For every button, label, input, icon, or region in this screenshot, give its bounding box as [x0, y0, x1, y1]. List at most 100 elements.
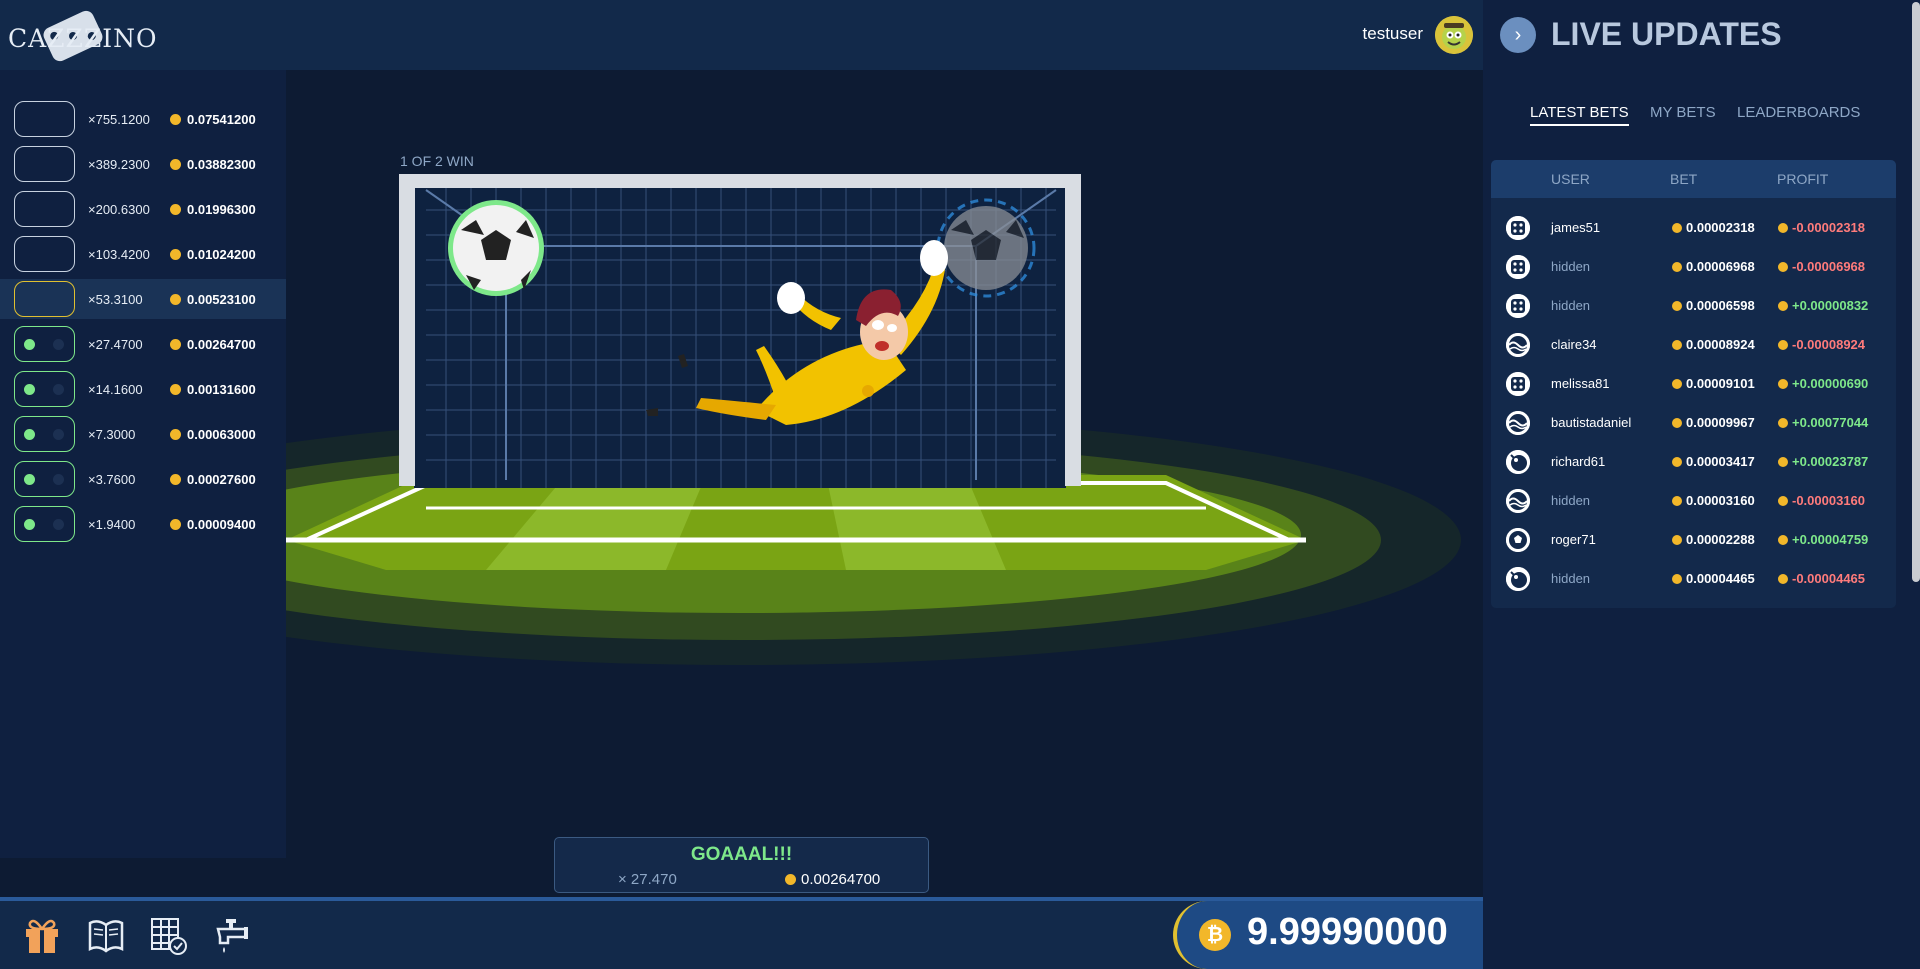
- multiplier-label: ×755.1200: [88, 111, 150, 127]
- multiplier-toggle[interactable]: [14, 236, 75, 272]
- header: CAZZZINO testuser: [0, 0, 1483, 70]
- coin-icon: [1778, 301, 1788, 311]
- username[interactable]: testuser: [1363, 24, 1423, 44]
- row-bet: 0.00002288: [1686, 532, 1755, 547]
- multiplier-toggle[interactable]: [14, 101, 75, 137]
- row-profit: +0.00000690: [1792, 376, 1869, 391]
- row-user[interactable]: hidden: [1551, 571, 1590, 586]
- coin-icon: [170, 338, 181, 350]
- multiplier-row[interactable]: ×1.9400 0.00009400: [0, 504, 286, 544]
- multiplier-row[interactable]: ×755.1200 0.07541200: [0, 99, 286, 139]
- chevron-right-icon[interactable]: ›: [1500, 17, 1536, 53]
- row-profit: +0.00023787: [1792, 454, 1869, 469]
- coin-icon: [1778, 418, 1788, 428]
- row-profit: -0.00002318: [1792, 220, 1866, 235]
- multiplier-row[interactable]: ×27.4700 0.00264700: [0, 324, 286, 364]
- coin-icon: [1672, 262, 1682, 272]
- row-user[interactable]: hidden: [1551, 259, 1590, 274]
- multiplier-toggle[interactable]: [14, 191, 75, 227]
- multiplier-toggle[interactable]: [14, 326, 75, 362]
- toggle-dot-off: [53, 339, 64, 350]
- penalty-scene: [286, 174, 1461, 665]
- wave-icon: [1506, 333, 1530, 357]
- game-area[interactable]: 1 OF 2 WIN: [286, 70, 1483, 858]
- table-row[interactable]: hidden 0.00006968 -0.00006968: [1491, 247, 1896, 286]
- toggle-dot-on: [24, 519, 35, 530]
- tab-leaderboards[interactable]: LEADERBOARDS: [1737, 104, 1860, 121]
- table-row[interactable]: bautistadaniel 0.00009967 +0.00077044: [1491, 403, 1896, 442]
- row-user[interactable]: bautistadaniel: [1551, 415, 1631, 430]
- table-row[interactable]: hidden 0.00004465 -0.00004465: [1491, 559, 1896, 598]
- avatar[interactable]: [1435, 16, 1473, 54]
- wave-icon: [1506, 411, 1530, 435]
- book-icon[interactable]: [86, 915, 126, 955]
- multiplier-row[interactable]: ×3.7600 0.00027600: [0, 459, 286, 499]
- table-row[interactable]: richard61 0.00003417 +0.00023787: [1491, 442, 1896, 481]
- row-user[interactable]: claire34: [1551, 337, 1597, 352]
- row-user[interactable]: hidden: [1551, 298, 1590, 313]
- row-bet: 0.00004465: [1686, 571, 1755, 586]
- coin-icon: [1672, 223, 1682, 233]
- goal-crossbar: [399, 174, 1081, 188]
- multiplier-label: ×200.6300: [88, 201, 150, 217]
- gift-icon[interactable]: [22, 915, 62, 955]
- fairness-table-icon[interactable]: [148, 915, 188, 955]
- coin-icon: [1672, 379, 1682, 389]
- table-row[interactable]: hidden 0.00003160 -0.00003160: [1491, 481, 1896, 520]
- multiplier-toggle[interactable]: [14, 146, 75, 182]
- multiplier-row[interactable]: ×200.6300 0.01996300: [0, 189, 286, 229]
- column-profit: PROFIT: [1777, 171, 1829, 187]
- row-profit: +0.00000832: [1792, 298, 1869, 313]
- multiplier-ladder: ×755.1200 0.07541200 ×389.2300 0.03882300 ×2…: [0, 70, 286, 858]
- multiplier-row[interactable]: ×7.3000 0.00063000: [0, 414, 286, 454]
- faucet-icon[interactable]: [212, 915, 252, 955]
- coin-icon: [1778, 340, 1788, 350]
- multiplier-payout: 0.01996300: [187, 201, 256, 217]
- cazzzino-logo[interactable]: CAZZZINO: [8, 4, 157, 66]
- coin-icon: [170, 248, 181, 260]
- scrollbar[interactable]: [1912, 2, 1920, 582]
- coin-icon: [1778, 457, 1788, 467]
- row-profit: -0.00006968: [1792, 259, 1866, 274]
- toggle-dot-on: [24, 474, 35, 485]
- result-title: GOAAAL!!!: [690, 844, 793, 865]
- tab-my-bets[interactable]: MY BETS: [1650, 104, 1716, 121]
- column-user: USER: [1551, 171, 1590, 187]
- bottom-bar: ₿ 9.99990000: [0, 897, 1483, 969]
- table-row[interactable]: james51 0.00002318 -0.00002318: [1491, 208, 1896, 247]
- table-row[interactable]: hidden 0.00006598 +0.00000832: [1491, 286, 1896, 325]
- row-user[interactable]: richard61: [1551, 454, 1605, 469]
- multiplier-row[interactable]: ×14.1600 0.00131600: [0, 369, 286, 409]
- row-user[interactable]: hidden: [1551, 493, 1590, 508]
- coin-icon: [170, 428, 181, 440]
- multiplier-toggle[interactable]: [14, 461, 75, 497]
- tab-latest-bets[interactable]: LATEST BETS: [1530, 104, 1629, 126]
- multiplier-toggle[interactable]: [14, 281, 75, 317]
- row-user[interactable]: melissa81: [1551, 376, 1610, 391]
- goal-post-right: [1065, 174, 1081, 486]
- table-row[interactable]: melissa81 0.00009101 +0.00000690: [1491, 364, 1896, 403]
- row-bet: 0.00008924: [1686, 337, 1755, 352]
- multiplier-toggle[interactable]: [14, 506, 75, 542]
- dice-icon: [1506, 255, 1530, 279]
- multiplier-row[interactable]: ×53.3100 0.00523100: [0, 279, 286, 319]
- table-row[interactable]: roger71 0.00002288 +0.00004759: [1491, 520, 1896, 559]
- multiplier-toggle[interactable]: [14, 416, 75, 452]
- coin-icon: [170, 518, 181, 530]
- row-profit: +0.00004759: [1792, 532, 1869, 547]
- toggle-dot-off: [53, 519, 64, 530]
- coin-icon: [170, 158, 181, 170]
- table-row[interactable]: claire34 0.00008924 -0.00008924: [1491, 325, 1896, 364]
- multiplier-row[interactable]: ×389.2300 0.03882300: [0, 144, 286, 184]
- result-amount: 0.00264700: [801, 871, 881, 888]
- coin-icon: [1672, 340, 1682, 350]
- row-user[interactable]: james51: [1551, 220, 1600, 235]
- multiplier-toggle[interactable]: [14, 371, 75, 407]
- multiplier-row[interactable]: ×103.4200 0.01024200: [0, 234, 286, 274]
- bitcoin-coin-icon: ₿: [1199, 919, 1231, 951]
- balance-box[interactable]: ₿ 9.99990000: [1173, 901, 1483, 969]
- row-user[interactable]: roger71: [1551, 532, 1596, 547]
- glove-right: [920, 240, 948, 276]
- row-profit: -0.00004465: [1792, 571, 1866, 586]
- glove-left: [777, 282, 805, 314]
